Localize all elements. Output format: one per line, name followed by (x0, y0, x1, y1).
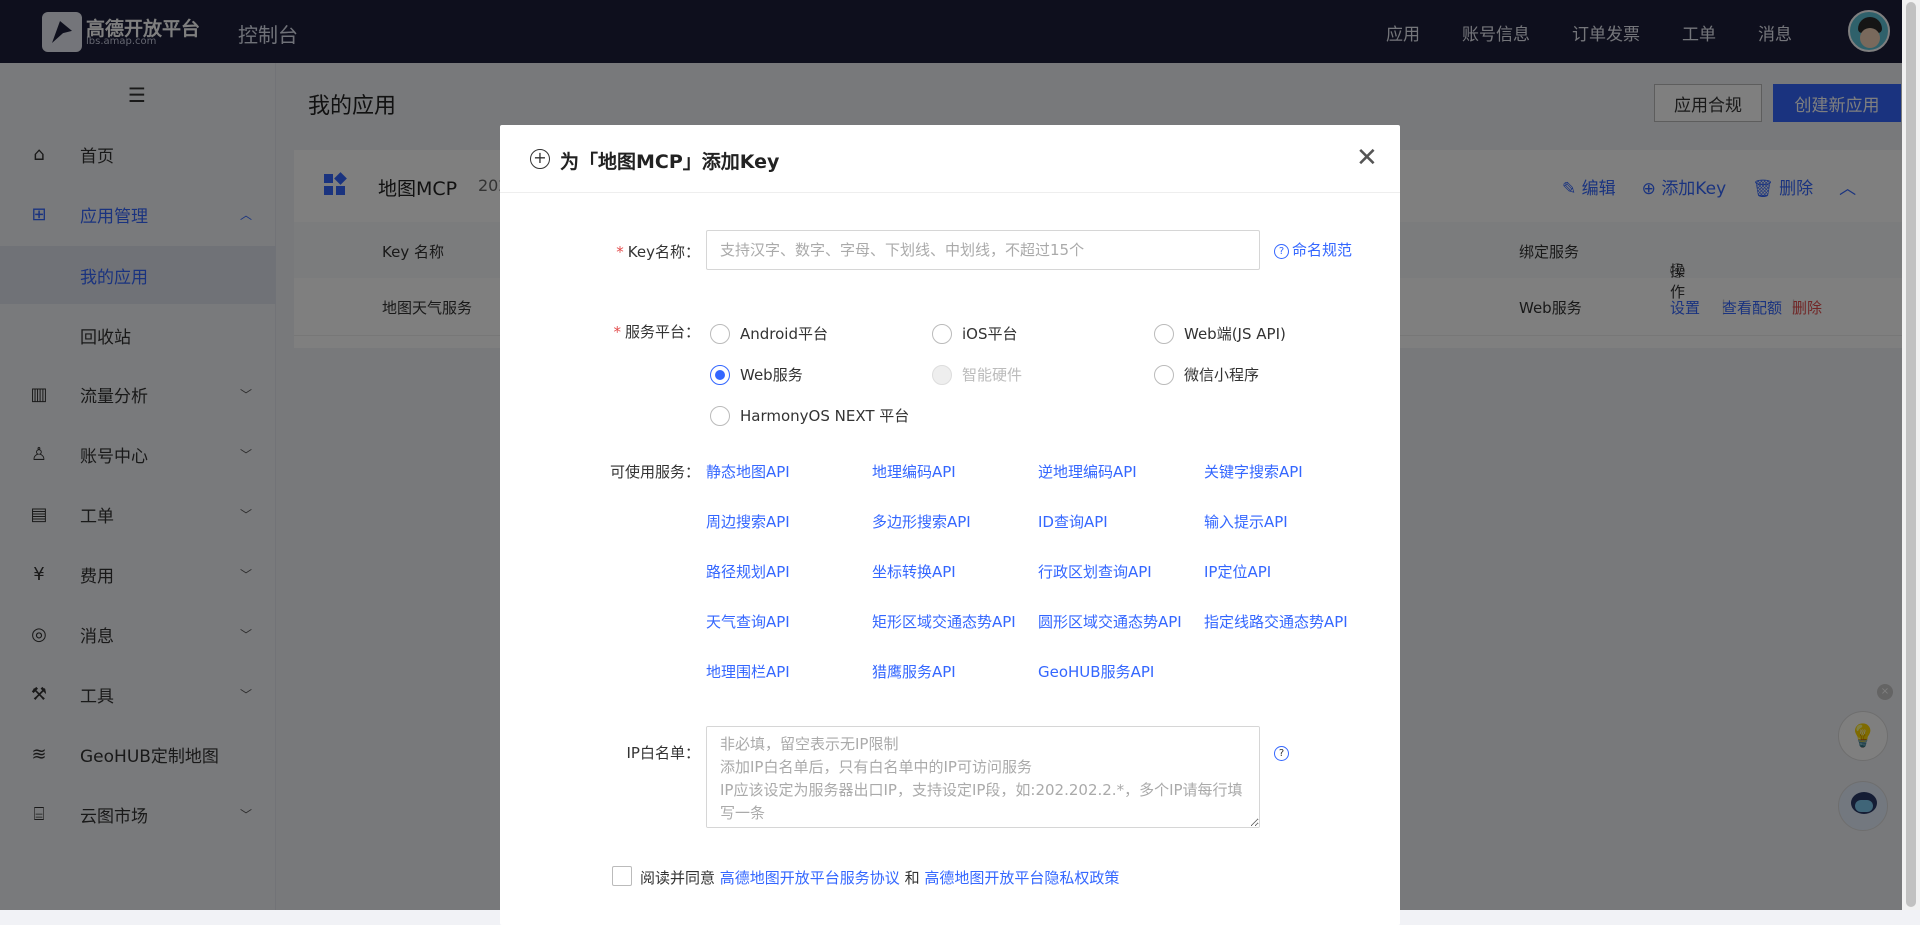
radio-circle (932, 364, 952, 385)
service-geohub[interactable]: GeoHUB服务API (1038, 661, 1154, 682)
service-geofence[interactable]: 地理围栏API (706, 661, 790, 682)
plus-circle-icon: + (530, 149, 550, 169)
radio-circle (710, 405, 730, 426)
key-name-label: * Key名称： (616, 243, 700, 261)
privacy-policy-link[interactable]: 高德地图开放平台隐私权政策 (924, 869, 1119, 887)
agree-checkbox[interactable] (612, 866, 632, 886)
page-scrollbar-thumb[interactable] (1906, 2, 1916, 907)
service-falcon[interactable]: 猎鹰服务API (872, 661, 956, 682)
radio-circle (710, 364, 730, 385)
service-keyword-search[interactable]: 关键字搜索API (1204, 461, 1303, 482)
service-geocode[interactable]: 地理编码API (872, 461, 956, 482)
ip-help-icon[interactable]: ? (1274, 742, 1289, 761)
service-coord-convert[interactable]: 坐标转换API (872, 561, 956, 582)
radio-circle (932, 323, 952, 344)
service-road-traffic[interactable]: 指定线路交通态势API (1204, 611, 1348, 632)
ip-whitelist-textarea[interactable] (706, 726, 1260, 828)
services-label: 可使用服务： (609, 463, 700, 481)
radio-circle (1154, 323, 1174, 344)
radio-web-js-api[interactable]: Web端(JS API) (1154, 323, 1286, 344)
service-circle-traffic[interactable]: 圆形区域交通态势API (1038, 611, 1182, 632)
service-input-tips[interactable]: 输入提示API (1204, 511, 1288, 532)
radio-wechat-miniprogram[interactable]: 微信小程序 (1154, 364, 1259, 385)
service-agreement-link[interactable]: 高德地图开放平台服务协议 (720, 869, 900, 887)
service-ip-location[interactable]: IP定位API (1204, 561, 1271, 582)
service-regeocode[interactable]: 逆地理编码API (1038, 461, 1137, 482)
question-icon: ? (1274, 244, 1289, 259)
dialog-title: 为「地图MCP」添加Key (560, 151, 780, 173)
service-around-search[interactable]: 周边搜索API (706, 511, 790, 532)
close-icon[interactable]: ✕ (1356, 143, 1378, 173)
platform-label: * 服务平台： (613, 323, 700, 341)
service-rect-traffic[interactable]: 矩形区域交通态势API (872, 611, 1016, 632)
dialog-header: + 为「地图MCP」添加Key ✕ (500, 125, 1400, 193)
radio-harmonyos[interactable]: HarmonyOS NEXT 平台 (710, 405, 909, 426)
service-id-query[interactable]: ID查询API (1038, 511, 1108, 532)
radio-circle (1154, 364, 1174, 385)
radio-smart-hardware: 智能硬件 (932, 364, 1022, 385)
service-polygon-search[interactable]: 多边形搜索API (872, 511, 971, 532)
service-route-planning[interactable]: 路径规划API (706, 561, 790, 582)
service-district-query[interactable]: 行政区划查询API (1038, 561, 1152, 582)
key-name-input[interactable] (706, 230, 1260, 270)
naming-rule-link[interactable]: ? 命名规范 (1274, 239, 1352, 260)
radio-ios[interactable]: iOS平台 (932, 323, 1018, 344)
radio-circle (710, 323, 730, 344)
radio-android[interactable]: Android平台 (710, 323, 828, 344)
radio-web-service[interactable]: Web服务 (710, 364, 803, 385)
add-key-dialog: + 为「地图MCP」添加Key ✕ *Key名称： ?命名规范 *服务平台： A… (500, 125, 1400, 925)
ip-whitelist-label: IP白名单： (626, 744, 701, 762)
agreement-text: 阅读并同意 高德地图开放平台服务协议 和 高德地图开放平台隐私权政策 (640, 869, 1120, 887)
service-static-map[interactable]: 静态地图API (706, 461, 790, 482)
service-weather[interactable]: 天气查询API (706, 611, 790, 632)
